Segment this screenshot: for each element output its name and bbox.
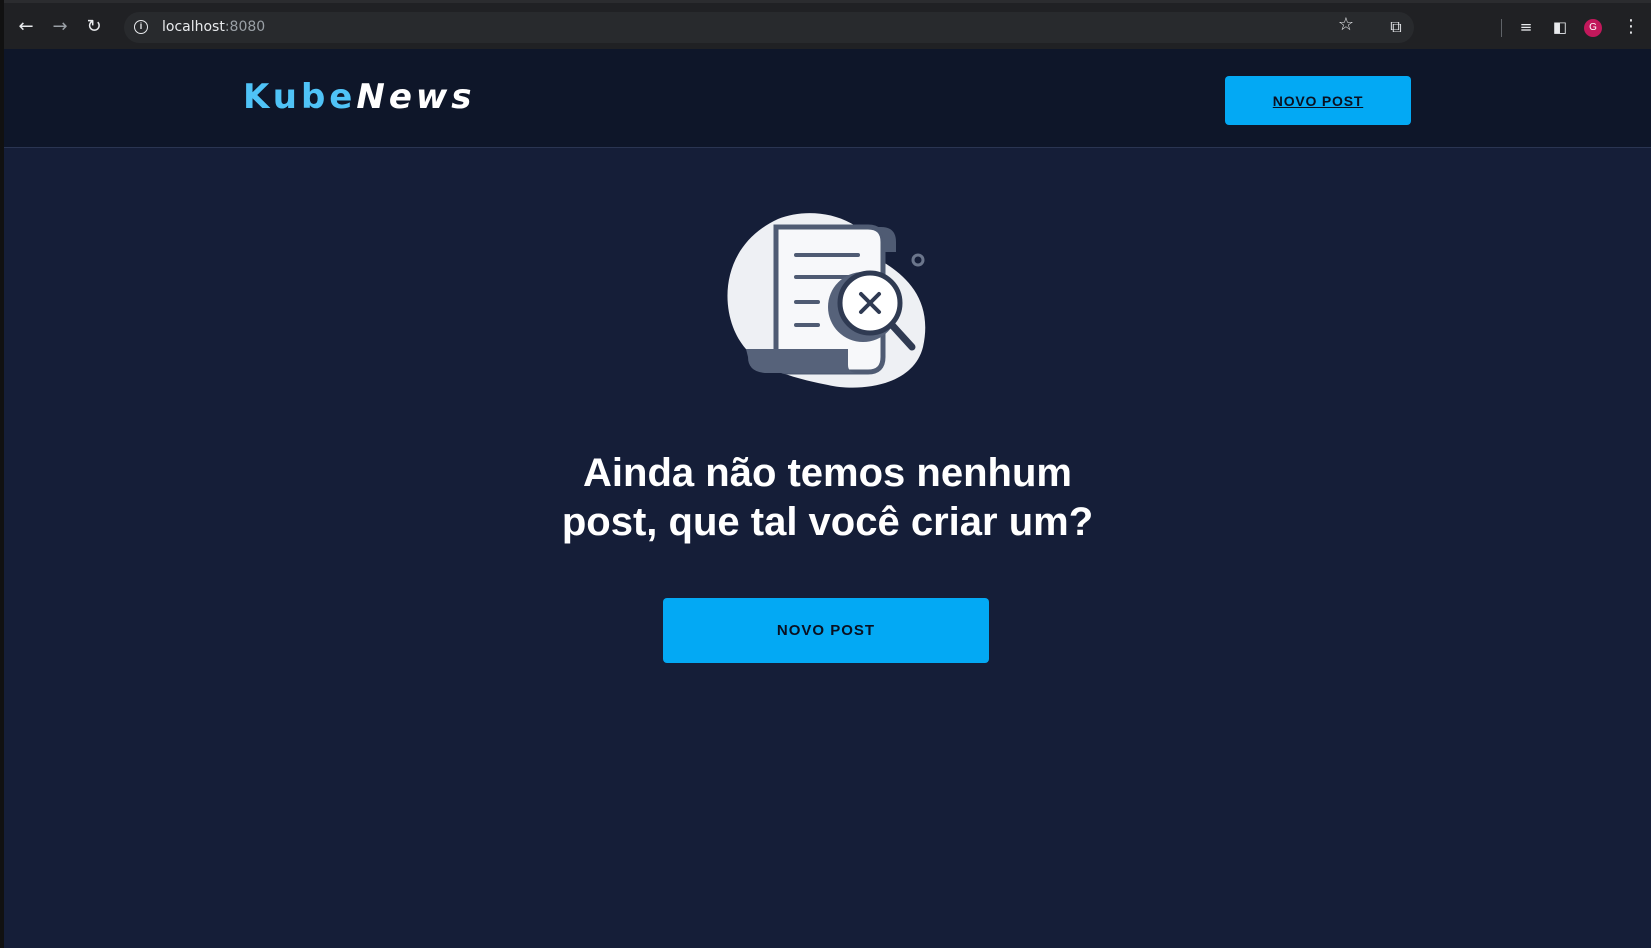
reload-icon[interactable]: ↻ — [82, 15, 106, 39]
scroll-bottom — [746, 349, 858, 373]
side-panel-icon[interactable]: ◧ — [1548, 15, 1572, 39]
url-text[interactable]: localhost:8080 — [162, 19, 265, 35]
site-info-icon[interactable]: i — [134, 20, 148, 34]
bookmark-star-icon[interactable]: ☆ — [1334, 14, 1358, 38]
url-port: :8080 — [224, 19, 266, 35]
extensions-icon[interactable]: ⧉ — [1384, 15, 1408, 39]
page-content: KubeNews NOVO POST Ainda não temos nenhu… — [4, 49, 1651, 948]
media-control-icon[interactable]: ≡ — [1514, 15, 1538, 39]
browser-toolbar: ← → ↻ i localhost:8080 ☆ ⧉ ≡ ◧ G ⋮ — [4, 0, 1651, 49]
profile-avatar[interactable]: G — [1584, 19, 1602, 37]
browser-window: ← → ↻ i localhost:8080 ☆ ⧉ ≡ ◧ G ⋮ KubeN… — [0, 0, 1651, 948]
back-icon[interactable]: ← — [14, 15, 38, 39]
empty-state-heading: Ainda não temos nenhum post, que tal voc… — [504, 449, 1151, 547]
heading-line-1: Ainda não temos nenhum — [583, 451, 1072, 495]
forward-icon[interactable]: → — [48, 15, 72, 39]
nav-new-post-button[interactable]: NOVO POST — [1225, 76, 1411, 125]
url-host: localhost — [162, 19, 225, 35]
logo-news: News — [356, 77, 476, 117]
site-logo[interactable]: KubeNews — [243, 77, 476, 117]
document-search-not-found-icon — [727, 213, 926, 388]
logo-kube: Kube — [243, 77, 357, 117]
menu-kebab-icon[interactable]: ⋮ — [1619, 15, 1643, 39]
decor-dot — [911, 253, 925, 267]
new-post-button[interactable]: NOVO POST — [663, 598, 989, 663]
toolbar-separator — [1501, 19, 1502, 37]
address-bar[interactable]: i localhost:8080 — [124, 12, 1414, 43]
site-navbar: KubeNews NOVO POST — [4, 49, 1651, 148]
heading-line-2: post, que tal você criar um? — [561, 500, 1094, 544]
